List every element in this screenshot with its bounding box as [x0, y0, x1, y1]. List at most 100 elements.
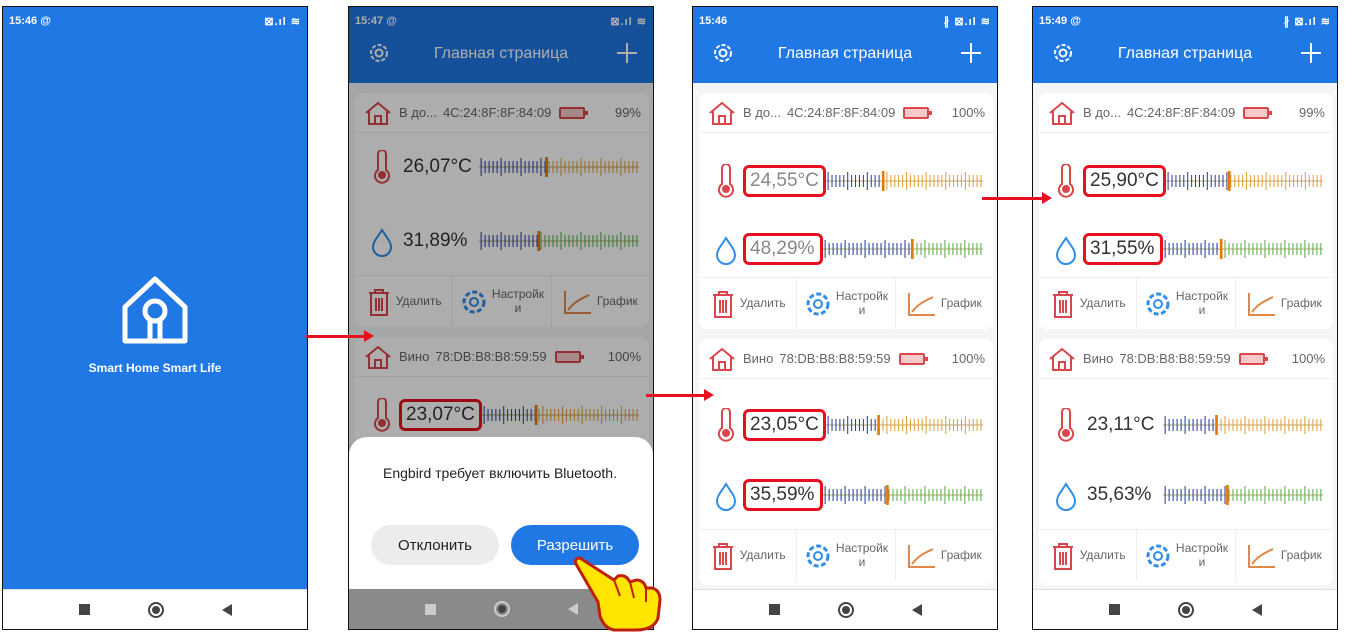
trash-icon [1052, 290, 1073, 318]
back-button[interactable] [1251, 603, 1262, 616]
device-card[interactable]: В до... 4C:24:8F:8F:84:09 99% 25,90°C 31… [1039, 93, 1333, 329]
chart-button[interactable]: График [896, 530, 993, 581]
temperature-row: 23,11°C [1039, 393, 1333, 457]
device-mac: 4C:24:8F:8F:84:09 [786, 105, 896, 120]
flow-arrow [306, 330, 374, 342]
temperature-row: 23,05°C [699, 393, 993, 457]
phone-bluetooth-dialog: 15:47 @ ⊠.ıl ≋ Главная страница В до... … [348, 6, 654, 630]
delete-button[interactable]: Удалить [1039, 530, 1138, 581]
home-button[interactable] [493, 601, 510, 617]
recents-button[interactable] [1108, 604, 1120, 615]
battery-level: 100% [1291, 351, 1325, 366]
deny-button[interactable]: Отклонить [371, 525, 499, 565]
house-icon [709, 347, 735, 371]
home-button[interactable] [837, 601, 854, 618]
water-drop-icon [1055, 236, 1077, 265]
device-actions: Удалить Настройк и График [699, 529, 993, 581]
page-title: Главная страница [777, 45, 913, 62]
battery-level: 100% [951, 351, 985, 366]
humidity-row: 48,29% [699, 217, 993, 281]
delete-label: Удалить [1079, 295, 1126, 310]
settings-label: Настройк и [835, 541, 889, 569]
water-drop-icon [715, 482, 737, 511]
status-bar: 15:46 ∦ ⊠.ıl ≋ [693, 7, 997, 35]
recents-button[interactable] [424, 603, 436, 615]
add-device-plus-icon[interactable] [1299, 41, 1323, 65]
delete-label: Удалить [739, 547, 786, 562]
app-bar: 15:49 @ ∦ ⊠.ıl ≋ Главная страница [1033, 7, 1337, 83]
temperature-value: 23,05°C [743, 409, 826, 441]
device-actions: Удалить Настройк и График [699, 277, 993, 329]
phone-device-list-b: 15:49 @ ∦ ⊠.ıl ≋ Главная страница В до..… [1032, 6, 1338, 630]
battery-icon [1243, 106, 1273, 119]
settings-button[interactable]: Настройк и [1137, 530, 1236, 581]
battery-icon [1238, 352, 1268, 365]
thermometer-icon [1058, 408, 1074, 442]
chart-button[interactable]: График [1236, 278, 1333, 329]
temperature-value: 25,90°C [1083, 165, 1166, 197]
page-title: Главная страница [1117, 45, 1253, 62]
add-device-plus-icon[interactable] [959, 41, 983, 65]
temperature-value: 23,11°C [1087, 414, 1155, 435]
gear-icon [806, 292, 830, 315]
status-bar: 15:46 @ ⊠.ıl ≋ [3, 7, 307, 35]
humidity-row: 31,55% [1039, 217, 1333, 281]
settings-label: Настройк и [835, 289, 889, 317]
device-card[interactable]: Вино 78:DB:B8:B8:59:59 100% 23,05°C 35,5… [699, 339, 993, 585]
temperature-scale [1165, 171, 1323, 191]
recents-button[interactable] [768, 604, 780, 615]
device-mac: 4C:24:8F:8F:84:09 [1126, 105, 1236, 120]
house-icon [709, 101, 735, 125]
chart-label: График [1280, 547, 1322, 562]
settings-button[interactable]: Настройк и [797, 278, 896, 329]
delete-button[interactable]: Удалить [1039, 278, 1138, 329]
water-drop-icon [1055, 482, 1077, 511]
device-name: Вино [1083, 351, 1114, 366]
status-icons: ∦ ⊠.ıl ≋ [1283, 15, 1331, 28]
trash-icon [712, 542, 733, 570]
flow-arrow [646, 389, 714, 401]
settings-button[interactable]: Настройк и [797, 530, 896, 581]
status-bar: 15:49 @ ∦ ⊠.ıl ≋ [1033, 7, 1337, 35]
chart-button[interactable]: График [896, 278, 993, 329]
home-button[interactable] [147, 601, 164, 618]
phone-device-list-a: 15:46 ∦ ⊠.ıl ≋ Главная страница В до... … [692, 6, 998, 630]
chart-label: График [940, 547, 982, 562]
status-time: 15:49 @ [1039, 15, 1081, 27]
delete-label: Удалить [739, 295, 786, 310]
device-header: В до... 4C:24:8F:8F:84:09 100% [699, 93, 993, 133]
back-button[interactable] [911, 603, 922, 616]
humidity-value: 35,59% [743, 479, 823, 511]
battery-level: 100% [951, 105, 985, 120]
device-mac: 78:DB:B8:B8:59:59 [1119, 351, 1231, 366]
device-name: В до... [1083, 105, 1121, 120]
gear-icon [1146, 544, 1170, 567]
temperature-scale [825, 415, 983, 435]
chart-icon [1247, 292, 1275, 316]
back-button[interactable] [221, 603, 232, 616]
delete-button[interactable]: Удалить [699, 278, 798, 329]
flow-arrow [982, 192, 1052, 204]
humidity-row: 35,63% [1039, 463, 1333, 527]
stage: 15:46 @ ⊠.ıl ≋ Smart Home Smart Life 15:… [0, 0, 1350, 632]
chart-label: График [940, 295, 982, 310]
chart-button[interactable]: График [1236, 530, 1333, 581]
slogan-text: Smart Home Smart Life [88, 361, 222, 375]
device-actions: Удалить Настройк и График [1039, 277, 1333, 329]
humidity-scale [823, 485, 983, 505]
battery-icon [903, 106, 933, 119]
home-logo-icon [122, 276, 188, 344]
device-card[interactable]: Вино 78:DB:B8:B8:59:59 100% 23,11°C 35,6… [1039, 339, 1333, 585]
settings-button[interactable]: Настройк и [1137, 278, 1236, 329]
chart-icon [907, 544, 935, 568]
device-card[interactable]: В до... 4C:24:8F:8F:84:09 100% 24,55°C 4… [699, 93, 993, 329]
trash-icon [1052, 542, 1073, 570]
temperature-scale [825, 171, 983, 191]
delete-button[interactable]: Удалить [699, 530, 798, 581]
device-header: В до... 4C:24:8F:8F:84:09 99% [1039, 93, 1333, 133]
temperature-row: 25,90°C [1039, 149, 1333, 213]
status-icons: ∦ ⊠.ıl ≋ [943, 15, 991, 28]
humidity-value: 48,29% [743, 233, 823, 265]
recents-button[interactable] [78, 604, 90, 615]
home-button[interactable] [1177, 601, 1194, 618]
